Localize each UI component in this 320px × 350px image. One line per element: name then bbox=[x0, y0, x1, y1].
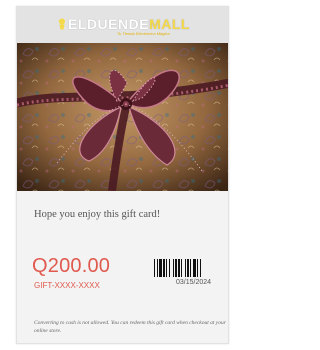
barcode-bar bbox=[190, 259, 191, 277]
barcode-bar bbox=[159, 259, 162, 277]
barcode-bar bbox=[197, 259, 198, 277]
barcode-bar bbox=[185, 259, 186, 277]
barcode-bar bbox=[187, 259, 189, 277]
brand-name-part2: MALL bbox=[149, 15, 190, 32]
barcode-bar bbox=[200, 259, 201, 277]
barcode-bar bbox=[193, 259, 196, 277]
brand-name: ELDUENDEMALL bbox=[68, 16, 190, 32]
gift-amount: Q200.00 bbox=[32, 255, 111, 277]
barcode-bar bbox=[169, 259, 170, 277]
wrapped-gift-photo bbox=[17, 43, 228, 191]
barcode-bar bbox=[175, 259, 177, 277]
barcode-bar bbox=[173, 259, 174, 277]
disclaimer: Converting to cash is not allowed. You c… bbox=[34, 320, 226, 334]
gift-code: GIFT-XXXX-XXXX bbox=[34, 281, 100, 290]
barcode-bar bbox=[181, 259, 182, 277]
barcode-bar bbox=[157, 259, 158, 277]
card-header: ELDUENDEMALL Tu Tienda Electrónica Mágic… bbox=[17, 7, 228, 43]
gift-card: ELDUENDEMALL Tu Tienda Electrónica Mágic… bbox=[16, 6, 229, 344]
barcode bbox=[154, 259, 201, 277]
gift-message: Hope you enjoy this gift card! bbox=[34, 209, 161, 220]
barcode-bar bbox=[163, 259, 165, 277]
barcode-bar bbox=[166, 259, 167, 277]
elf-logo-icon bbox=[58, 18, 66, 30]
gift-photo bbox=[17, 43, 228, 191]
gift-date: 03/15/2024 bbox=[176, 279, 212, 286]
barcode-bar bbox=[178, 259, 180, 277]
barcode-bar bbox=[154, 259, 155, 277]
brand-name-part1: ELDUENDE bbox=[68, 15, 150, 32]
brand-tagline: Tu Tienda Electrónica Mágica bbox=[117, 31, 170, 36]
